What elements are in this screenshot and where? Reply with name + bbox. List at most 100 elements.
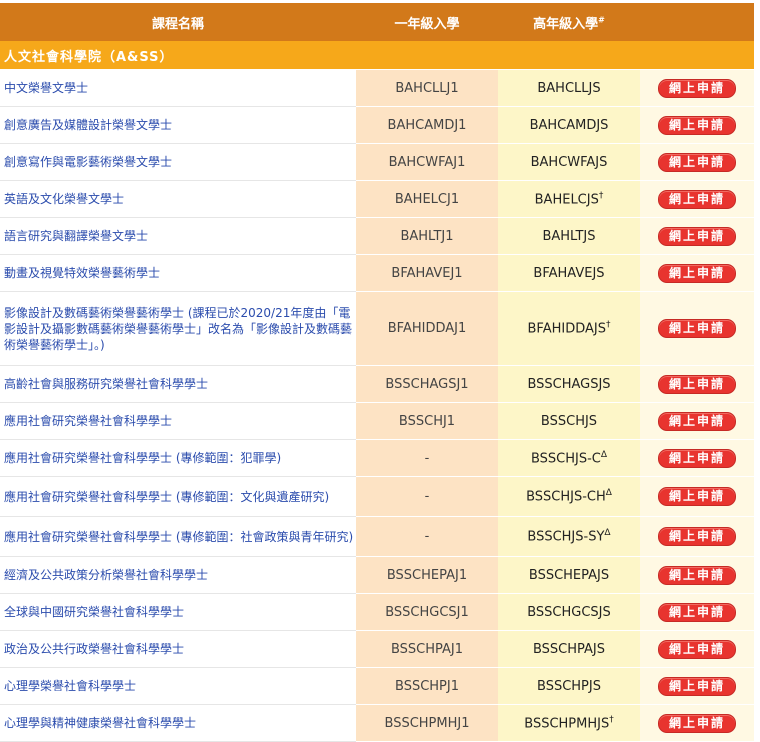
senior-code-cell: BSSCHGCSJS — [498, 593, 640, 631]
senior-code: BSSCHPMHJS — [524, 716, 610, 732]
apply-cell: 網上申請 — [640, 254, 754, 292]
apply-cell: 網上申請 — [640, 667, 754, 705]
senior-code: BAHCWFAJS — [530, 154, 608, 170]
table-header-row: 課程名稱 一年級入學 高年級入學# — [0, 3, 754, 41]
senior-code-cell: BAHLTJS — [498, 217, 640, 255]
header-senior-entry-label: 高年級入學 — [533, 16, 599, 32]
apply-online-button[interactable]: 網上申請 — [658, 263, 736, 283]
programme-name[interactable]: 中文榮譽文學士 — [0, 69, 356, 107]
table-row: 中文榮譽文學士 BAHCLLJ1 BAHCLLJS 網上申請 — [0, 69, 754, 107]
year1-code: BFAHIDDAJ1 — [356, 291, 498, 366]
apply-online-button[interactable]: 網上申請 — [658, 319, 736, 338]
programme-name[interactable]: 政治及公共行政榮譽社會科學學士 — [0, 630, 356, 668]
apply-online-button[interactable]: 網上申請 — [658, 152, 736, 172]
senior-code: BSSCHEPAJS — [528, 567, 610, 583]
senior-code-cell: BFAHIDDAJS† — [498, 291, 640, 366]
year1-code: BAHCLLJ1 — [356, 69, 498, 107]
senior-code-mark: Δ — [605, 488, 612, 499]
apply-online-button[interactable]: 網上申請 — [658, 527, 736, 546]
senior-code-cell: BSSCHJS — [498, 402, 640, 440]
header-apply — [640, 3, 754, 41]
programme-name[interactable]: 全球與中國研究榮譽社會科學學士 — [0, 593, 356, 631]
apply-online-button[interactable]: 網上申請 — [658, 411, 736, 431]
programme-name[interactable]: 動畫及視覺特效榮譽藝術學士 — [0, 254, 356, 292]
apply-cell: 網上申請 — [640, 143, 754, 181]
table-row: 創意廣告及媒體設計榮譽文學士 BAHCAMDJ1 BAHCAMDJS 網上申請 — [0, 106, 754, 144]
apply-online-button[interactable]: 網上申請 — [658, 448, 736, 468]
programme-name[interactable]: 英語及文化榮譽文學士 — [0, 180, 356, 218]
apply-online-button[interactable]: 網上申請 — [658, 115, 736, 135]
year1-code: BAHCWFAJ1 — [356, 143, 498, 181]
senior-code: BSSCHPJS — [537, 678, 601, 694]
apply-cell: 網上申請 — [640, 593, 754, 631]
programme-name[interactable]: 心理學與精神健康榮譽社會科學學士 — [0, 704, 356, 742]
senior-code-cell: BAHELCJS† — [498, 180, 640, 218]
apply-cell: 網上申請 — [640, 291, 754, 366]
senior-code-cell: BFAHAVEJS — [498, 254, 640, 292]
senior-code-cell: BSSCHPJS — [498, 667, 640, 705]
apply-cell: 網上申請 — [640, 402, 754, 440]
apply-cell: 網上申請 — [640, 69, 754, 107]
senior-code-cell: BSSCHPMHJS† — [498, 704, 640, 742]
apply-online-button[interactable]: 網上申請 — [658, 487, 736, 506]
programme-name[interactable]: 語言研究與翻譯榮譽文學士 — [0, 217, 356, 255]
table-row: 經濟及公共政策分析榮譽社會科學學士 BSSCHEPAJ1 BSSCHEPAJS 網上申… — [0, 556, 754, 594]
senior-code: BSSCHJS-SY — [527, 529, 605, 545]
year1-code: BSSCHEPAJ1 — [356, 556, 498, 594]
year1-code: - — [356, 476, 498, 517]
apply-online-button[interactable]: 網上申請 — [658, 78, 736, 98]
programme-table-page: 課程名稱 一年級入學 高年級入學# 人文社會科學院（A&SS） 中文榮譽文學士 B… — [0, 3, 760, 742]
programme-name[interactable]: 應用社會研究榮譽社會科學學士 — [0, 402, 356, 440]
table-row: 英語及文化榮譽文學士 BAHELCJ1 BAHELCJS† 網上申請 — [0, 180, 754, 218]
apply-online-button[interactable]: 網上申請 — [658, 226, 736, 246]
apply-online-button[interactable]: 網上申請 — [658, 374, 736, 394]
programme-name[interactable]: 應用社會研究榮譽社會科學學士 (專修範圍：文化與遺產研究) — [0, 476, 356, 517]
apply-cell: 網上申請 — [640, 365, 754, 403]
year1-code: BAHLTJ1 — [356, 217, 498, 255]
programme-name[interactable]: 創意寫作與電影藝術榮譽文學士 — [0, 143, 356, 181]
table-row: 應用社會研究榮譽社會科學學士 BSSCHJ1 BSSCHJS 網上申請 — [0, 402, 754, 440]
apply-online-button[interactable]: 網上申請 — [658, 639, 736, 659]
year1-code: BSSCHGCSJ1 — [356, 593, 498, 631]
table-row: 影像設計及數碼藝術榮譽藝術學士 (課程已於2020/21年度由「電影設計及攝影數… — [0, 291, 754, 366]
apply-online-button[interactable]: 網上申請 — [658, 676, 736, 696]
senior-code-mark: † — [598, 190, 604, 201]
programme-name[interactable]: 影像設計及數碼藝術榮譽藝術學士 (課程已於2020/21年度由「電影設計及攝影數… — [0, 291, 356, 366]
apply-online-button[interactable]: 網上申請 — [658, 602, 736, 622]
senior-code: BFAHIDDAJS — [527, 321, 606, 337]
programme-name[interactable]: 應用社會研究榮譽社會科學學士 (專修範圍：社會政策與青年研究) — [0, 516, 356, 557]
table-row: 高齡社會與服務研究榮譽社會科學學士 BSSCHAGSJ1 BSSCHAGSJS 網上申… — [0, 365, 754, 403]
senior-code-mark: Δ — [604, 528, 611, 539]
programme-name[interactable]: 經濟及公共政策分析榮譽社會科學學士 — [0, 556, 356, 594]
header-senior-entry: 高年級入學# — [498, 3, 640, 41]
programme-name[interactable]: 心理學榮譽社會科學學士 — [0, 667, 356, 705]
programme-name[interactable]: 創意廣告及媒體設計榮譽文學士 — [0, 106, 356, 144]
senior-code-cell: BSSCHJS-CHΔ — [498, 476, 640, 517]
senior-code: BFAHAVEJS — [533, 265, 605, 281]
senior-code-mark: Δ — [600, 449, 608, 460]
year1-code: BSSCHPAJ1 — [356, 630, 498, 668]
senior-code: BSSCHJS-CH — [526, 489, 606, 505]
table-row: 政治及公共行政榮譽社會科學學士 BSSCHPAJ1 BSSCHPAJS 網上申請 — [0, 630, 754, 668]
apply-cell: 網上申請 — [640, 439, 754, 477]
senior-code-cell: BAHCLLJS — [498, 69, 640, 107]
apply-online-button[interactable]: 網上申請 — [658, 565, 736, 585]
year1-code: BFAHAVEJ1 — [356, 254, 498, 292]
year1-code: - — [356, 439, 498, 477]
table-row: 應用社會研究榮譽社會科學學士 (專修範圍：犯罪學) - BSSCHJS-CΔ 網上申請 — [0, 439, 754, 477]
apply-cell: 網上申請 — [640, 704, 754, 742]
apply-online-button[interactable]: 網上申請 — [658, 713, 736, 733]
senior-code: BAHELCJS — [534, 192, 599, 208]
apply-online-button[interactable]: 網上申請 — [658, 189, 736, 209]
year1-code: BSSCHPMHJ1 — [356, 704, 498, 742]
year1-code: BSSCHAGSJ1 — [356, 365, 498, 403]
programme-name[interactable]: 高齡社會與服務研究榮譽社會科學學士 — [0, 365, 356, 403]
senior-code: BAHLTJS — [542, 228, 596, 244]
programme-name[interactable]: 應用社會研究榮譽社會科學學士 (專修範圍：犯罪學) — [0, 439, 356, 477]
table-row: 心理學榮譽社會科學學士 BSSCHPJ1 BSSCHPJS 網上申請 — [0, 667, 754, 705]
year1-code: BSSCHPJ1 — [356, 667, 498, 705]
senior-code: BSSCHJS — [540, 413, 598, 429]
senior-code-mark: † — [605, 320, 611, 331]
apply-cell: 網上申請 — [640, 106, 754, 144]
senior-code: BAHCAMDJS — [529, 117, 609, 133]
